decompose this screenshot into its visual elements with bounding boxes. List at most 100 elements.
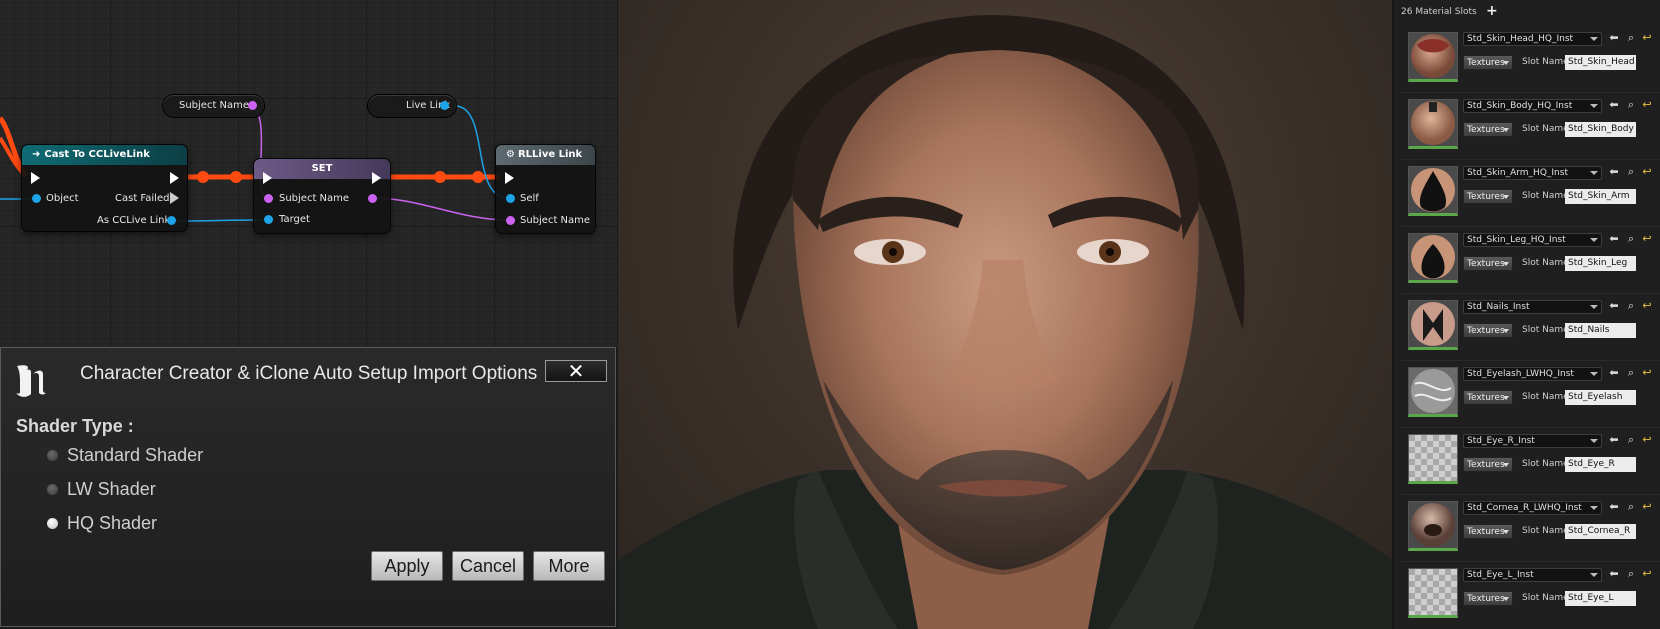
cast-to-cclivelink-node[interactable]: ➜ Cast To CCLiveLink Object Cast Failed A…	[22, 145, 187, 231]
material-thumbnail[interactable]	[1408, 367, 1458, 417]
live-link-variable-node[interactable]: Live Link	[368, 95, 456, 117]
rllive-subject-name-pin[interactable]	[506, 216, 515, 225]
set-exec-in-pin[interactable]	[263, 172, 272, 184]
material-combo[interactable]: Std_Eyelash_LWHQ_Inst	[1463, 367, 1602, 381]
reset-arrow-icon[interactable]: ↩	[1641, 233, 1653, 245]
set-target-pin[interactable]	[264, 215, 273, 224]
set-subject-name-pin[interactable]	[264, 194, 273, 203]
material-thumbnail[interactable]	[1408, 434, 1458, 484]
browse-search-icon[interactable]: ⌕	[1625, 568, 1637, 580]
radio-standard-shader[interactable]: Standard Shader	[45, 444, 245, 468]
use-selected-arrow-icon[interactable]: ⬅	[1608, 233, 1620, 245]
rllive-self-pin[interactable]	[506, 194, 515, 203]
browse-search-icon[interactable]: ⌕	[1625, 367, 1637, 379]
material-thumbnail[interactable]	[1408, 300, 1458, 350]
slot-name-field[interactable]: Std_Cornea_R	[1565, 524, 1636, 539]
close-icon[interactable]: ✕	[545, 360, 607, 382]
textures-dropdown[interactable]: Textures	[1463, 55, 1513, 70]
material-thumbnail[interactable]	[1408, 501, 1458, 551]
reset-arrow-icon[interactable]: ↩	[1641, 166, 1653, 178]
slot-name-field[interactable]: Std_Skin_Head	[1565, 55, 1636, 70]
add-icon[interactable]: +	[1486, 3, 1498, 19]
cancel-button[interactable]: Cancel	[452, 551, 524, 581]
textures-dropdown[interactable]: Textures	[1463, 323, 1513, 338]
browse-search-icon[interactable]: ⌕	[1625, 300, 1637, 312]
material-thumbnail[interactable]	[1408, 233, 1458, 283]
slot-name-field[interactable]: Std_Skin_Leg	[1565, 256, 1636, 271]
use-selected-arrow-icon[interactable]: ⬅	[1608, 568, 1620, 580]
cast-as-link-pin[interactable]	[167, 216, 176, 225]
radio-standard-indicator[interactable]	[47, 450, 58, 461]
cast-exec-out-pin[interactable]	[170, 172, 179, 184]
rllive-exec-in-pin[interactable]	[505, 172, 514, 184]
import-options-dialog: Character Creator & iClone Auto Setup Im…	[0, 347, 616, 627]
browse-search-icon[interactable]: ⌕	[1625, 166, 1637, 178]
use-selected-arrow-icon[interactable]: ⬅	[1608, 32, 1620, 44]
set-node[interactable]: SET Subject Name Target	[254, 159, 390, 233]
blueprint-graph[interactable]: ➜ Cast To CCLiveLink Object Cast Failed A…	[0, 0, 617, 348]
reset-arrow-icon[interactable]: ↩	[1641, 501, 1653, 513]
cast-exec-in-pin[interactable]	[31, 172, 40, 184]
material-thumbnail[interactable]	[1408, 568, 1458, 618]
browse-search-icon[interactable]: ⌕	[1625, 32, 1637, 44]
slot-name-field[interactable]: Std_Eyelash	[1565, 390, 1636, 405]
slot-name-field[interactable]: Std_Eye_L	[1565, 591, 1636, 606]
slot-name-field[interactable]: Std_Skin_Arm	[1565, 189, 1636, 204]
browse-search-icon[interactable]: ⌕	[1625, 233, 1637, 245]
material-combo[interactable]: Std_Skin_Head_HQ_Inst	[1463, 32, 1602, 46]
set-subject-name-out-pin[interactable]	[368, 194, 377, 203]
live-link-variable-pin[interactable]	[440, 101, 449, 110]
use-selected-arrow-icon[interactable]: ⬅	[1608, 434, 1620, 446]
use-selected-arrow-icon[interactable]: ⬅	[1608, 166, 1620, 178]
material-combo[interactable]: Std_Nails_Inst	[1463, 300, 1602, 314]
viewport-character-render[interactable]	[618, 0, 1392, 629]
reset-arrow-icon[interactable]: ↩	[1641, 568, 1653, 580]
radio-lw-indicator[interactable]	[47, 484, 58, 495]
material-thumbnail[interactable]	[1408, 32, 1458, 82]
textures-dropdown[interactable]: Textures	[1463, 256, 1513, 271]
use-selected-arrow-icon[interactable]: ⬅	[1608, 99, 1620, 111]
textures-dropdown[interactable]: Textures	[1463, 390, 1513, 405]
apply-button[interactable]: Apply	[371, 551, 443, 581]
rllive-link-node[interactable]: ⚙ RLLive Link Self Subject Name	[496, 145, 595, 233]
material-thumbnail[interactable]	[1408, 166, 1458, 216]
radio-hq-shader[interactable]: HQ Shader	[45, 512, 245, 536]
use-selected-arrow-icon[interactable]: ⬅	[1608, 501, 1620, 513]
material-combo[interactable]: Std_Skin_Leg_HQ_Inst	[1463, 233, 1602, 247]
use-selected-arrow-icon[interactable]: ⬅	[1608, 367, 1620, 379]
browse-search-icon[interactable]: ⌕	[1625, 99, 1637, 111]
set-exec-out-pin[interactable]	[372, 172, 381, 184]
subject-name-variable-node[interactable]: Subject Name	[163, 95, 264, 117]
subject-name-variable-pin[interactable]	[248, 101, 257, 110]
textures-dropdown[interactable]: Textures	[1463, 457, 1513, 472]
slot-name-field[interactable]: Std_Nails	[1565, 323, 1636, 338]
material-combo[interactable]: Std_Eye_R_Inst	[1463, 434, 1602, 448]
use-selected-arrow-icon[interactable]: ⬅	[1608, 300, 1620, 312]
reset-arrow-icon[interactable]: ↩	[1641, 434, 1653, 446]
more-button[interactable]: More	[533, 551, 605, 581]
cast-failed-exec-pin[interactable]	[170, 192, 179, 204]
material-combo[interactable]: Std_Skin_Arm_HQ_Inst	[1463, 166, 1602, 180]
function-gear-icon: ⚙	[506, 149, 515, 160]
radio-hq-indicator[interactable]	[47, 518, 58, 529]
slot-name-label: Slot Name	[1522, 191, 1569, 201]
reset-arrow-icon[interactable]: ↩	[1641, 32, 1653, 44]
reset-arrow-icon[interactable]: ↩	[1641, 367, 1653, 379]
textures-dropdown[interactable]: Textures	[1463, 591, 1513, 606]
radio-lw-shader[interactable]: LW Shader	[45, 478, 245, 502]
material-combo[interactable]: Std_Cornea_R_LWHQ_Inst	[1463, 501, 1602, 515]
material-combo[interactable]: Std_Skin_Body_HQ_Inst	[1463, 99, 1602, 113]
material-combo[interactable]: Std_Eye_L_Inst	[1463, 568, 1602, 582]
browse-search-icon[interactable]: ⌕	[1625, 501, 1637, 513]
reset-arrow-icon[interactable]: ↩	[1641, 99, 1653, 111]
cast-object-label: Object	[46, 193, 79, 204]
reset-arrow-icon[interactable]: ↩	[1641, 300, 1653, 312]
slot-name-field[interactable]: Std_Skin_Body	[1565, 122, 1636, 137]
textures-dropdown[interactable]: Textures	[1463, 189, 1513, 204]
textures-dropdown[interactable]: Textures	[1463, 524, 1513, 539]
slot-name-field[interactable]: Std_Eye_R	[1565, 457, 1636, 472]
material-thumbnail[interactable]	[1408, 99, 1458, 149]
cast-object-pin[interactable]	[32, 194, 41, 203]
textures-dropdown[interactable]: Textures	[1463, 122, 1513, 137]
browse-search-icon[interactable]: ⌕	[1625, 434, 1637, 446]
